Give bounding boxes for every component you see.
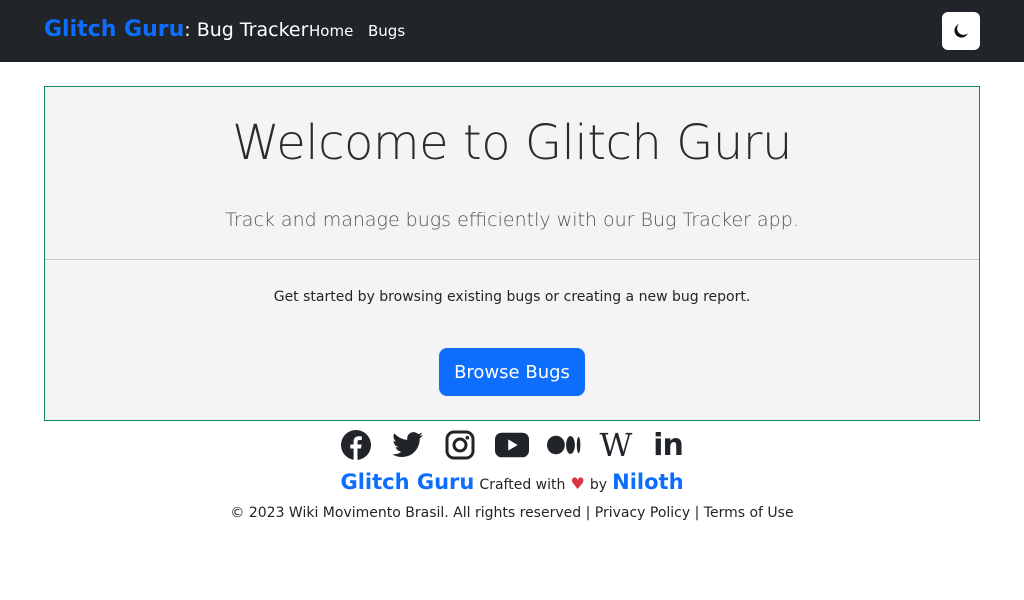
hero-lead: Track and manage bugs efficiently with o… [225,209,799,231]
navbar-brand[interactable]: Glitch Guru: Bug Tracker [44,17,308,42]
youtube-icon[interactable] [495,428,529,462]
page-title: Welcome to Glitch Guru [232,115,792,171]
copyright-text: © 2023 Wiki Movimento Brasil. All rights… [230,505,582,521]
crafted-text: Crafted with [479,477,566,493]
heart-icon: ♥ [570,474,585,493]
theme-toggle-button[interactable] [942,12,980,50]
separator: | [694,505,700,521]
terms-of-use-link[interactable]: Terms of Use [704,505,794,521]
hero-text: Get started by browsing existing bugs or… [273,289,751,305]
linkedin-icon[interactable]: in [651,428,685,463]
by-text: by [589,477,608,493]
nav-link-bugs[interactable]: Bugs [368,22,405,40]
privacy-policy-link[interactable]: Privacy Policy [595,505,690,521]
divider [45,259,979,260]
brand-name: Glitch Guru [44,17,185,42]
moon-icon [954,24,968,38]
facebook-icon[interactable] [339,428,373,462]
social-links: W in [0,426,1024,464]
medium-icon[interactable] [547,428,581,462]
instagram-icon[interactable] [443,428,477,462]
navbar: Glitch Guru: Bug Tracker Home Bugs [0,0,1024,62]
brand-subtitle: : Bug Tracker [184,19,309,41]
footer-brand[interactable]: Glitch Guru [340,470,474,494]
browse-bugs-button[interactable]: Browse Bugs [439,348,585,396]
welcome-card: Welcome to Glitch Guru Track and manage … [44,86,980,421]
twitter-icon[interactable] [391,428,425,462]
nav-link-home[interactable]: Home [309,22,353,40]
separator: | [585,505,591,521]
author-link[interactable]: Niloth [612,470,683,494]
copyright-line: © 2023 Wiki Movimento Brasil. All rights… [0,505,1024,521]
wikipedia-icon[interactable]: W [599,426,633,464]
footer-credit: Glitch Guru Crafted with ♥ by Niloth [0,470,1024,494]
